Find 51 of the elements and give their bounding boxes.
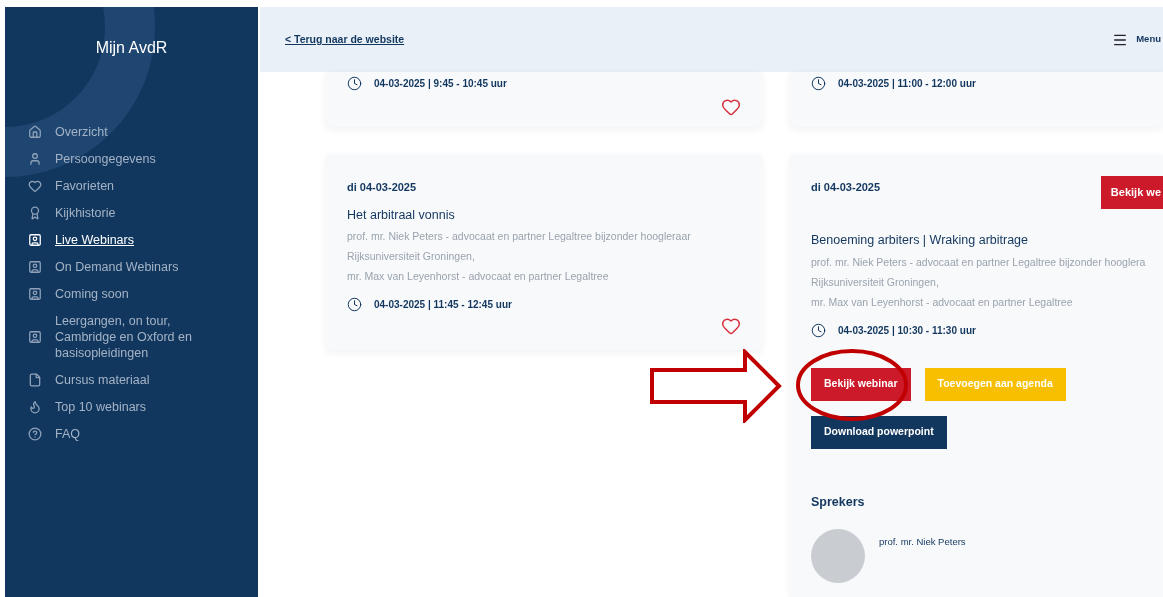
webinar-date: di 04-03-2025 [811, 180, 881, 195]
clock-icon [811, 322, 826, 338]
sidebar-link[interactable]: Live Webinars [55, 232, 134, 248]
sidebar-link[interactable]: On Demand Webinars [55, 259, 179, 275]
user-icon [28, 152, 42, 166]
sidebar-link[interactable]: FAQ [55, 426, 80, 442]
sidebar-link[interactable]: Overzicht [55, 124, 108, 140]
sidebar-link[interactable]: Favorieten [55, 178, 115, 194]
favorite-heart-icon[interactable] [721, 97, 741, 117]
contact-card-icon [28, 330, 42, 344]
help-icon [28, 427, 42, 441]
clock-icon [347, 76, 362, 91]
speaker-description: Rijksuniversiteit Groningen, [347, 249, 476, 265]
speakers-heading: Sprekers [811, 493, 866, 511]
speaker-description: Rijksuniversiteit Groningen, [811, 274, 940, 290]
watch-webinar-button[interactable]: Bekijk we [1100, 176, 1163, 209]
speaker-description: prof. mr. Niek Peters - advocaat en partner Legaltree bijzonder hooglera [811, 254, 1147, 270]
file-icon [28, 373, 42, 387]
session-time: 04-03-2025 | 10:30 - 11:30 uur [838, 323, 976, 338]
sidebar-link[interactable]: Leergangen, on tour, Cambridge en Oxford en basisopleidingen [55, 313, 210, 361]
watch-webinar-button[interactable]: Bekijk webinar [811, 367, 911, 401]
webinar-title: Het arbitraal vonnis [347, 206, 456, 224]
sidebar-link[interactable]: Coming soon [55, 286, 129, 302]
flame-icon [28, 400, 42, 414]
back-link[interactable]: < Terug naar de website [285, 31, 405, 48]
webinar-title: Benoeming arbiters | Wraking arbitrage [811, 232, 1029, 249]
menu-label[interactable]: Menu [1136, 32, 1161, 47]
contact-card-icon [28, 233, 42, 247]
download-button[interactable]: Download powerpoint [811, 415, 947, 449]
speaker-name: prof. mr. Niek Peters [879, 534, 966, 549]
sidebar-title: Mijn AvdR [95, 38, 168, 58]
heart-icon [28, 179, 42, 193]
contact-card-icon [28, 287, 42, 301]
favorite-heart-icon[interactable] [721, 316, 741, 337]
contact-card-icon [28, 260, 42, 274]
avatar-placeholder [811, 528, 865, 583]
webinar-date: di 04-03-2025 [347, 180, 418, 195]
sidebar-link[interactable]: Kijkhistorie [55, 205, 116, 221]
speaker-description: mr. Max van Leyenhorst - advocaat en partner Legaltree [347, 269, 610, 285]
sidebar-link[interactable]: Top 10 webinars [55, 399, 147, 415]
home-icon [28, 125, 42, 139]
session-time: 04-03-2025 | 11:00 - 12:00 uur [838, 77, 976, 91]
sidebar-link[interactable]: Persoongegevens [55, 151, 156, 167]
speaker-description: mr. Max van Leyenhorst - advocaat en partner Legaltree [811, 294, 1074, 310]
session-time: 04-03-2025 | 9:45 - 10:45 uur [374, 77, 507, 91]
sidebar-link[interactable]: Cursus materiaal [55, 372, 150, 388]
speaker-description: prof. mr. Niek Peters - advocaat en partner Legaltree bijzonder hoogleraar [347, 229, 692, 245]
session-time: 04-03-2025 | 11:45 - 12:45 uur [374, 298, 512, 313]
clock-icon [347, 297, 362, 313]
award-icon [28, 206, 42, 220]
clock-icon [811, 76, 826, 91]
